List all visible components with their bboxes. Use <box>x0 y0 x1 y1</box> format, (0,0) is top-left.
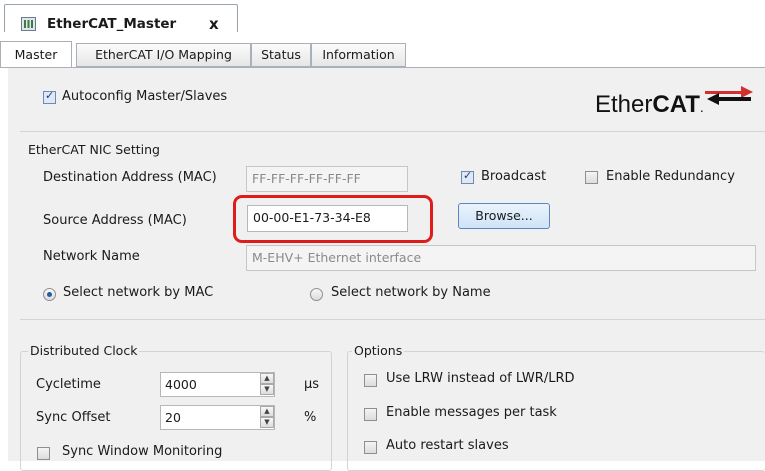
sync-offset-value: 20 <box>165 410 181 425</box>
nic-section-title: EtherCAT NIC Setting <box>28 142 160 157</box>
sync-window-label: Sync Window Monitoring <box>62 444 223 459</box>
network-name-field[interactable]: M-EHV+ Ethernet interface <box>246 245 756 271</box>
enable-messages-label: Enable messages per task <box>386 405 557 420</box>
network-name-label: Network Name <box>43 249 140 264</box>
ethercat-logo: EtherCAT. <box>595 81 755 121</box>
ethercat-logo-arrows-icon <box>705 86 753 105</box>
select-by-name-radio[interactable] <box>310 288 323 301</box>
source-address-field[interactable]: 00-00-E1-73-34-E8 <box>247 205 408 232</box>
broadcast-checkbox[interactable]: ✓ <box>461 169 474 184</box>
destination-address-field[interactable]: FF-FF-FF-FF-FF-FF <box>246 166 408 192</box>
cycletime-value: 4000 <box>165 377 197 392</box>
autoconfig-checkbox[interactable]: ✓ <box>43 89 56 104</box>
select-by-name-label: Select network by Name <box>331 285 491 300</box>
select-by-mac-label: Select network by MAC <box>63 285 214 300</box>
browse-button[interactable]: Browse... <box>458 203 550 229</box>
spin-up-icon[interactable]: ▲ <box>260 373 274 384</box>
spin-down-icon[interactable]: ▼ <box>260 384 274 395</box>
destination-address-label: Destination Address (MAC) <box>43 170 217 185</box>
document-tab-title: EtherCAT_Master <box>47 16 177 32</box>
auto-restart-label: Auto restart slaves <box>386 438 509 453</box>
enable-redundancy-label: Enable Redundancy <box>606 169 735 184</box>
sync-offset-spinbox[interactable]: 20 ▲ ▼ <box>160 405 275 430</box>
source-address-label: Source Address (MAC) <box>43 213 187 228</box>
broadcast-label: Broadcast <box>481 169 547 184</box>
sync-offset-label: Sync Offset <box>36 410 111 425</box>
spin-up-icon[interactable]: ▲ <box>260 406 274 417</box>
spin-down-icon[interactable]: ▼ <box>260 417 274 428</box>
close-icon[interactable]: x <box>209 15 219 33</box>
cycletime-label: Cycletime <box>36 377 101 392</box>
section-separator <box>20 131 765 132</box>
use-lrw-label: Use LRW instead of LWR/LRD <box>386 371 575 386</box>
document-tab[interactable]: EtherCAT_Master x <box>4 4 238 33</box>
enable-redundancy-checkbox[interactable] <box>585 171 598 184</box>
auto-restart-checkbox[interactable] <box>364 441 377 454</box>
sync-window-checkbox[interactable] <box>37 447 50 460</box>
cycletime-unit: µs <box>304 377 320 392</box>
select-by-mac-radio[interactable] <box>43 288 56 301</box>
cycletime-spinbox[interactable]: 4000 ▲ ▼ <box>160 372 275 397</box>
options-title: Options <box>352 343 405 358</box>
tab-ethercat-io-mapping[interactable]: EtherCAT I/O Mapping <box>76 43 251 67</box>
use-lrw-checkbox[interactable] <box>364 374 377 387</box>
tab-master[interactable]: Master <box>0 41 72 67</box>
tab-information[interactable]: Information <box>311 43 406 67</box>
device-icon <box>21 17 36 31</box>
sync-offset-unit: % <box>304 410 317 425</box>
distributed-clock-title: Distributed Clock <box>28 343 140 358</box>
tab-status[interactable]: Status <box>251 43 311 67</box>
enable-messages-checkbox[interactable] <box>364 408 377 421</box>
autoconfig-label: Autoconfig Master/Slaves <box>62 89 228 104</box>
section-separator <box>20 319 765 320</box>
